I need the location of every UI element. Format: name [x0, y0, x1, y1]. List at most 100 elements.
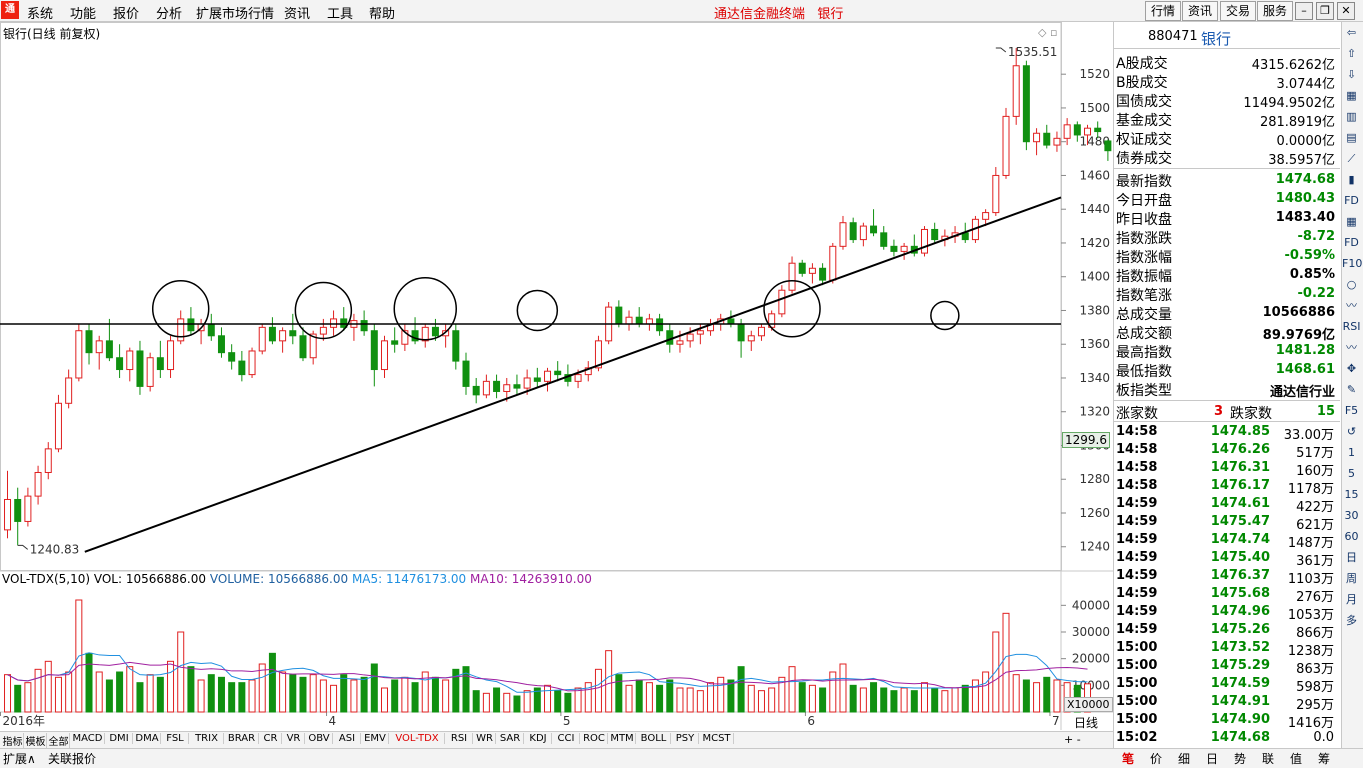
side-tool-icon-8[interactable]: FD: [1342, 192, 1361, 210]
menu-item-1[interactable]: 功能: [70, 3, 96, 22]
indicator-tab-10[interactable]: VR: [283, 733, 305, 744]
side-tool-icon-20[interactable]: 1: [1342, 444, 1361, 462]
candle-body: [391, 340, 399, 345]
menu-item-2[interactable]: 报价: [113, 3, 139, 22]
menu-item-7[interactable]: 帮助: [369, 3, 395, 22]
side-tool-icon-14[interactable]: RSI: [1342, 318, 1361, 336]
side-tool-icon-11[interactable]: F10: [1342, 255, 1362, 273]
detail-tab-4[interactable]: 势: [1228, 750, 1252, 767]
indicator-tab-17[interactable]: SAR: [497, 733, 524, 744]
volume-bar: [900, 687, 908, 713]
indicator-tab-15[interactable]: RSI: [446, 733, 473, 744]
indicator-tab-13[interactable]: EMV: [362, 733, 389, 744]
detail-tab-0[interactable]: 笔: [1116, 750, 1140, 767]
indicator-tab-5[interactable]: DMA: [134, 733, 161, 744]
indicator-tab-18[interactable]: KDJ: [525, 733, 552, 744]
top-button-3[interactable]: 服务: [1257, 1, 1293, 21]
indicator-tab-11[interactable]: OBV: [306, 733, 333, 744]
side-tool-icon-24[interactable]: 60: [1342, 528, 1361, 546]
indicator-tab-19[interactable]: CCI: [553, 733, 580, 744]
side-tool-icon-17[interactable]: ✎: [1342, 381, 1361, 399]
volume-legend: VOL-TDX(5,10) VOL: 10566886.00 VOLUME: 1…: [2, 572, 592, 586]
side-tool-icon-13[interactable]: 〰: [1342, 297, 1361, 315]
detail-tab-6[interactable]: 值: [1284, 750, 1308, 767]
menu-item-4[interactable]: 扩展市场行情: [196, 3, 274, 22]
indicator-tab-12[interactable]: ASI: [334, 733, 361, 744]
quote-value: -8.72: [1297, 229, 1335, 244]
tick-volume: 1053万: [1287, 608, 1334, 623]
indicator-tab-16[interactable]: WR: [474, 733, 496, 744]
side-tool-icon-0[interactable]: ⇦: [1342, 24, 1361, 42]
zoom-controls[interactable]: + -: [1064, 733, 1081, 746]
indicator-tab-8[interactable]: BRAR: [225, 733, 259, 744]
tick-price: 1474.59: [1210, 676, 1270, 691]
side-tool-icon-10[interactable]: FD: [1342, 234, 1361, 252]
side-tool-icon-7[interactable]: ▮: [1342, 171, 1361, 189]
indicator-tab-22[interactable]: BOLL: [637, 733, 671, 744]
menu-item-5[interactable]: 资讯: [284, 3, 310, 22]
indicator-tab-1[interactable]: 模板: [25, 733, 47, 748]
side-tool-icon-6[interactable]: ⟋: [1342, 150, 1361, 168]
side-tool-icon-19[interactable]: ↺: [1342, 423, 1361, 441]
detail-tab-7[interactable]: 筹: [1312, 750, 1336, 767]
volume-bar: [513, 695, 521, 713]
restore-icon[interactable]: ❐: [1316, 2, 1334, 20]
indicator-tab-23[interactable]: PSY: [672, 733, 699, 744]
candle-body: [380, 340, 388, 371]
tick-time: 15:00: [1116, 658, 1158, 673]
top-button-0[interactable]: 行情: [1145, 1, 1181, 21]
candle-body: [136, 350, 144, 387]
quote-label: 昨日收盘: [1116, 212, 1172, 228]
side-tool-icon-4[interactable]: ▥: [1342, 108, 1361, 126]
side-tool-icon-26[interactable]: 周: [1342, 570, 1361, 588]
tick-price: 1474.96: [1210, 604, 1270, 619]
detail-tab-1[interactable]: 价: [1144, 750, 1168, 767]
side-tool-icon-28[interactable]: 多: [1342, 612, 1361, 630]
indicator-tab-2[interactable]: 全部: [48, 733, 70, 748]
chart-options-icon[interactable]: ◇ ▫: [1038, 26, 1057, 39]
menu-item-6[interactable]: 工具: [327, 3, 353, 22]
side-tool-icon-23[interactable]: 30: [1342, 507, 1361, 525]
indicator-tab-14[interactable]: VOL-TDX: [390, 733, 445, 744]
side-tool-icon-25[interactable]: 日: [1342, 549, 1361, 567]
indicator-tab-9[interactable]: CR: [260, 733, 282, 744]
side-tool-icon-27[interactable]: 月: [1342, 591, 1361, 609]
indicator-tab-21[interactable]: MTM: [609, 733, 636, 744]
expand-button[interactable]: 扩展∧: [3, 750, 36, 767]
top-button-1[interactable]: 资讯: [1182, 1, 1218, 21]
volume-bar: [105, 679, 113, 713]
side-tool-icon-1[interactable]: ⇧: [1342, 45, 1361, 63]
side-tool-icon-22[interactable]: 15: [1342, 486, 1361, 504]
tick-price: 1474.74: [1210, 532, 1270, 547]
minimize-icon[interactable]: –: [1295, 2, 1313, 20]
indicator-tab-20[interactable]: ROC: [581, 733, 608, 744]
indicator-tab-0[interactable]: 指标: [2, 733, 24, 748]
indicator-tab-3[interactable]: MACD: [71, 733, 105, 744]
indicator-tab-24[interactable]: MCST: [700, 733, 734, 744]
side-tool-icon-5[interactable]: ▤: [1342, 129, 1361, 147]
kline-chart[interactable]: 1240126012801300132013401360138014001420…: [0, 22, 1113, 730]
side-tool-icon-9[interactable]: ▦: [1342, 213, 1361, 231]
linked-quotes-button[interactable]: 关联报价: [48, 750, 96, 767]
indicator-tab-7[interactable]: TRIX: [190, 733, 224, 744]
menu-item-0[interactable]: 系统: [27, 3, 53, 22]
volume-bar: [1053, 679, 1061, 713]
top-button-2[interactable]: 交易: [1220, 1, 1256, 21]
tick-volume: 598万: [1296, 680, 1334, 695]
side-tool-icon-3[interactable]: ▦: [1342, 87, 1361, 105]
side-tool-icon-18[interactable]: F5: [1342, 402, 1361, 420]
side-tool-icon-12[interactable]: ○: [1342, 276, 1361, 294]
detail-tab-5[interactable]: 联: [1256, 750, 1280, 767]
side-tool-icon-15[interactable]: 〰: [1342, 339, 1361, 357]
period-label[interactable]: 日线: [1074, 714, 1098, 731]
side-tool-icon-16[interactable]: ✥: [1342, 360, 1361, 378]
detail-tab-3[interactable]: 日: [1200, 750, 1224, 767]
indicator-tab-4[interactable]: DMI: [106, 733, 133, 744]
detail-tab-2[interactable]: 细: [1172, 750, 1196, 767]
indicator-tab-6[interactable]: FSL: [162, 733, 189, 744]
side-tool-icon-21[interactable]: 5: [1342, 465, 1361, 483]
quote-value: 89.9769亿: [1262, 328, 1335, 343]
menu-item-3[interactable]: 分析: [156, 3, 182, 22]
close-icon[interactable]: ✕: [1337, 2, 1355, 20]
side-tool-icon-2[interactable]: ⇩: [1342, 66, 1361, 84]
